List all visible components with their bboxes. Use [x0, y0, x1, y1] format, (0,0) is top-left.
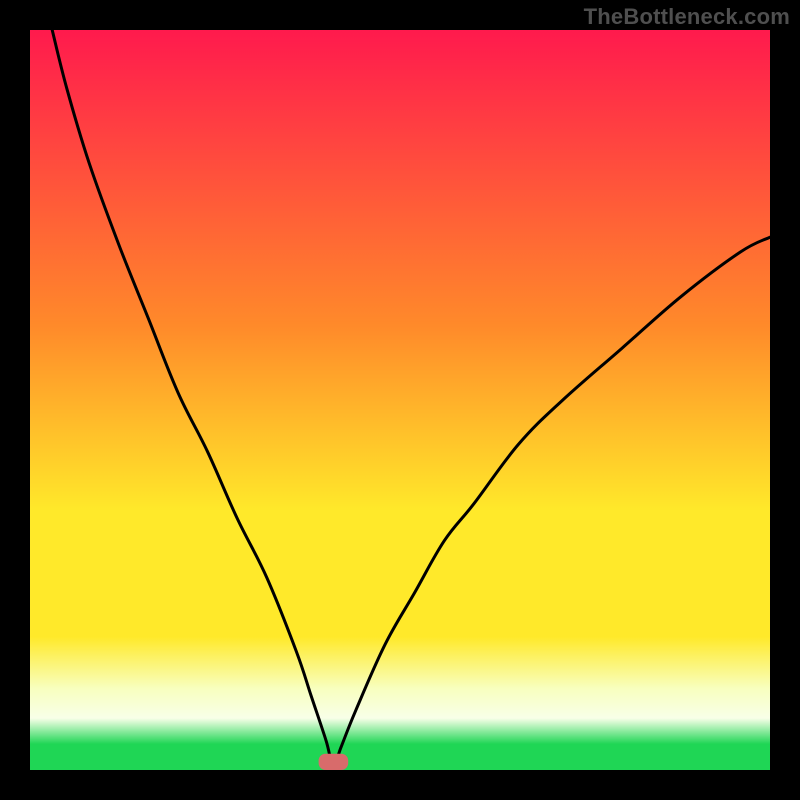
bottleneck-chart: [30, 30, 770, 770]
optimal-marker: [319, 754, 349, 770]
watermark-text: TheBottleneck.com: [584, 4, 790, 30]
gradient-background: [30, 30, 770, 770]
plot-area: [30, 30, 770, 770]
outer-frame: TheBottleneck.com: [0, 0, 800, 800]
